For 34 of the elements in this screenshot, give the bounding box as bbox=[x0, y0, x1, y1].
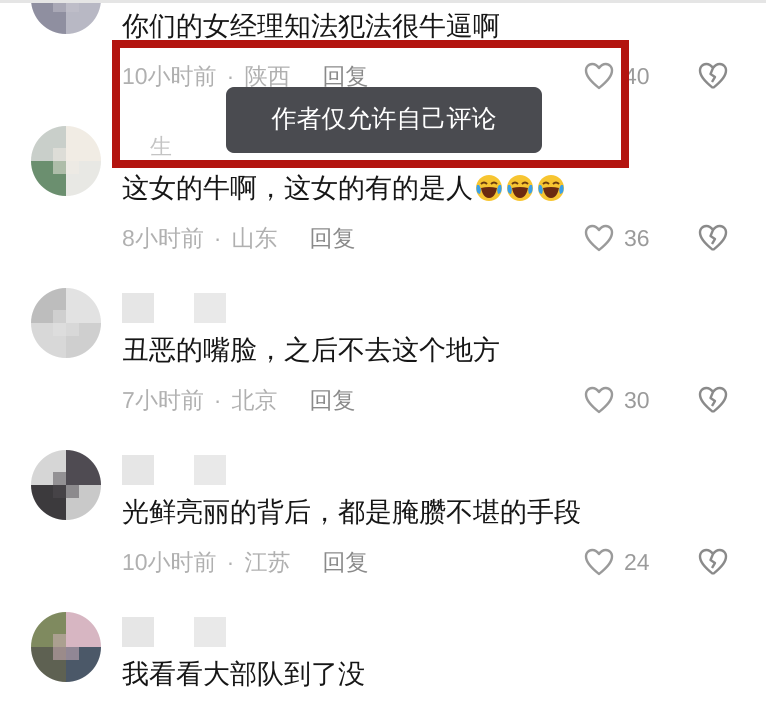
broken-heart-icon[interactable] bbox=[698, 62, 728, 90]
reply-button[interactable]: 回复 bbox=[309, 220, 356, 256]
comment-time: 8小时前 bbox=[122, 224, 204, 253]
laughing-emoji-icon bbox=[536, 173, 566, 203]
separator-dot: · bbox=[226, 548, 234, 577]
location-text: 北京 bbox=[231, 386, 278, 415]
comment-time: 7小时前 bbox=[122, 386, 204, 415]
heart-icon[interactable] bbox=[584, 62, 614, 90]
separator-dot: · bbox=[214, 386, 222, 415]
location-text: 山东 bbox=[231, 224, 278, 253]
comment-time: 10小时前 bbox=[122, 62, 217, 91]
broken-heart-icon[interactable] bbox=[698, 548, 728, 576]
heart-icon[interactable] bbox=[584, 548, 614, 576]
comment-text: 你们的女经理知法犯法很牛逼啊 bbox=[122, 10, 500, 43]
like-count: 24 bbox=[624, 548, 651, 577]
reply-button[interactable]: 回复 bbox=[322, 544, 368, 580]
like-count: 36 bbox=[624, 224, 651, 253]
username: 生 bbox=[150, 132, 172, 160]
laughing-emoji-icon bbox=[505, 173, 535, 203]
comment-text: 丑恶的嘴脸，之后不去这个地方 bbox=[122, 334, 500, 367]
comment-text: 这女的牛啊，这女的有的是人 bbox=[122, 172, 473, 205]
like-count: 30 bbox=[624, 386, 651, 415]
heart-icon[interactable] bbox=[584, 224, 614, 252]
location-text: 江苏 bbox=[244, 548, 290, 577]
comment-time: 10小时前 bbox=[122, 548, 217, 577]
heart-icon[interactable] bbox=[584, 386, 614, 414]
broken-heart-icon[interactable] bbox=[698, 386, 728, 414]
reply-button[interactable]: 回复 bbox=[309, 382, 356, 418]
comment-text: 我看看大部队到了没 bbox=[122, 658, 365, 691]
laughing-emoji-icon bbox=[474, 173, 504, 203]
comment-text: 光鲜亮丽的背后，都是腌臜不堪的手段 bbox=[122, 496, 581, 529]
toast-message: 作者仅允许自己评论 bbox=[226, 87, 542, 153]
broken-heart-icon[interactable] bbox=[698, 224, 728, 252]
separator-dot: · bbox=[214, 224, 222, 253]
